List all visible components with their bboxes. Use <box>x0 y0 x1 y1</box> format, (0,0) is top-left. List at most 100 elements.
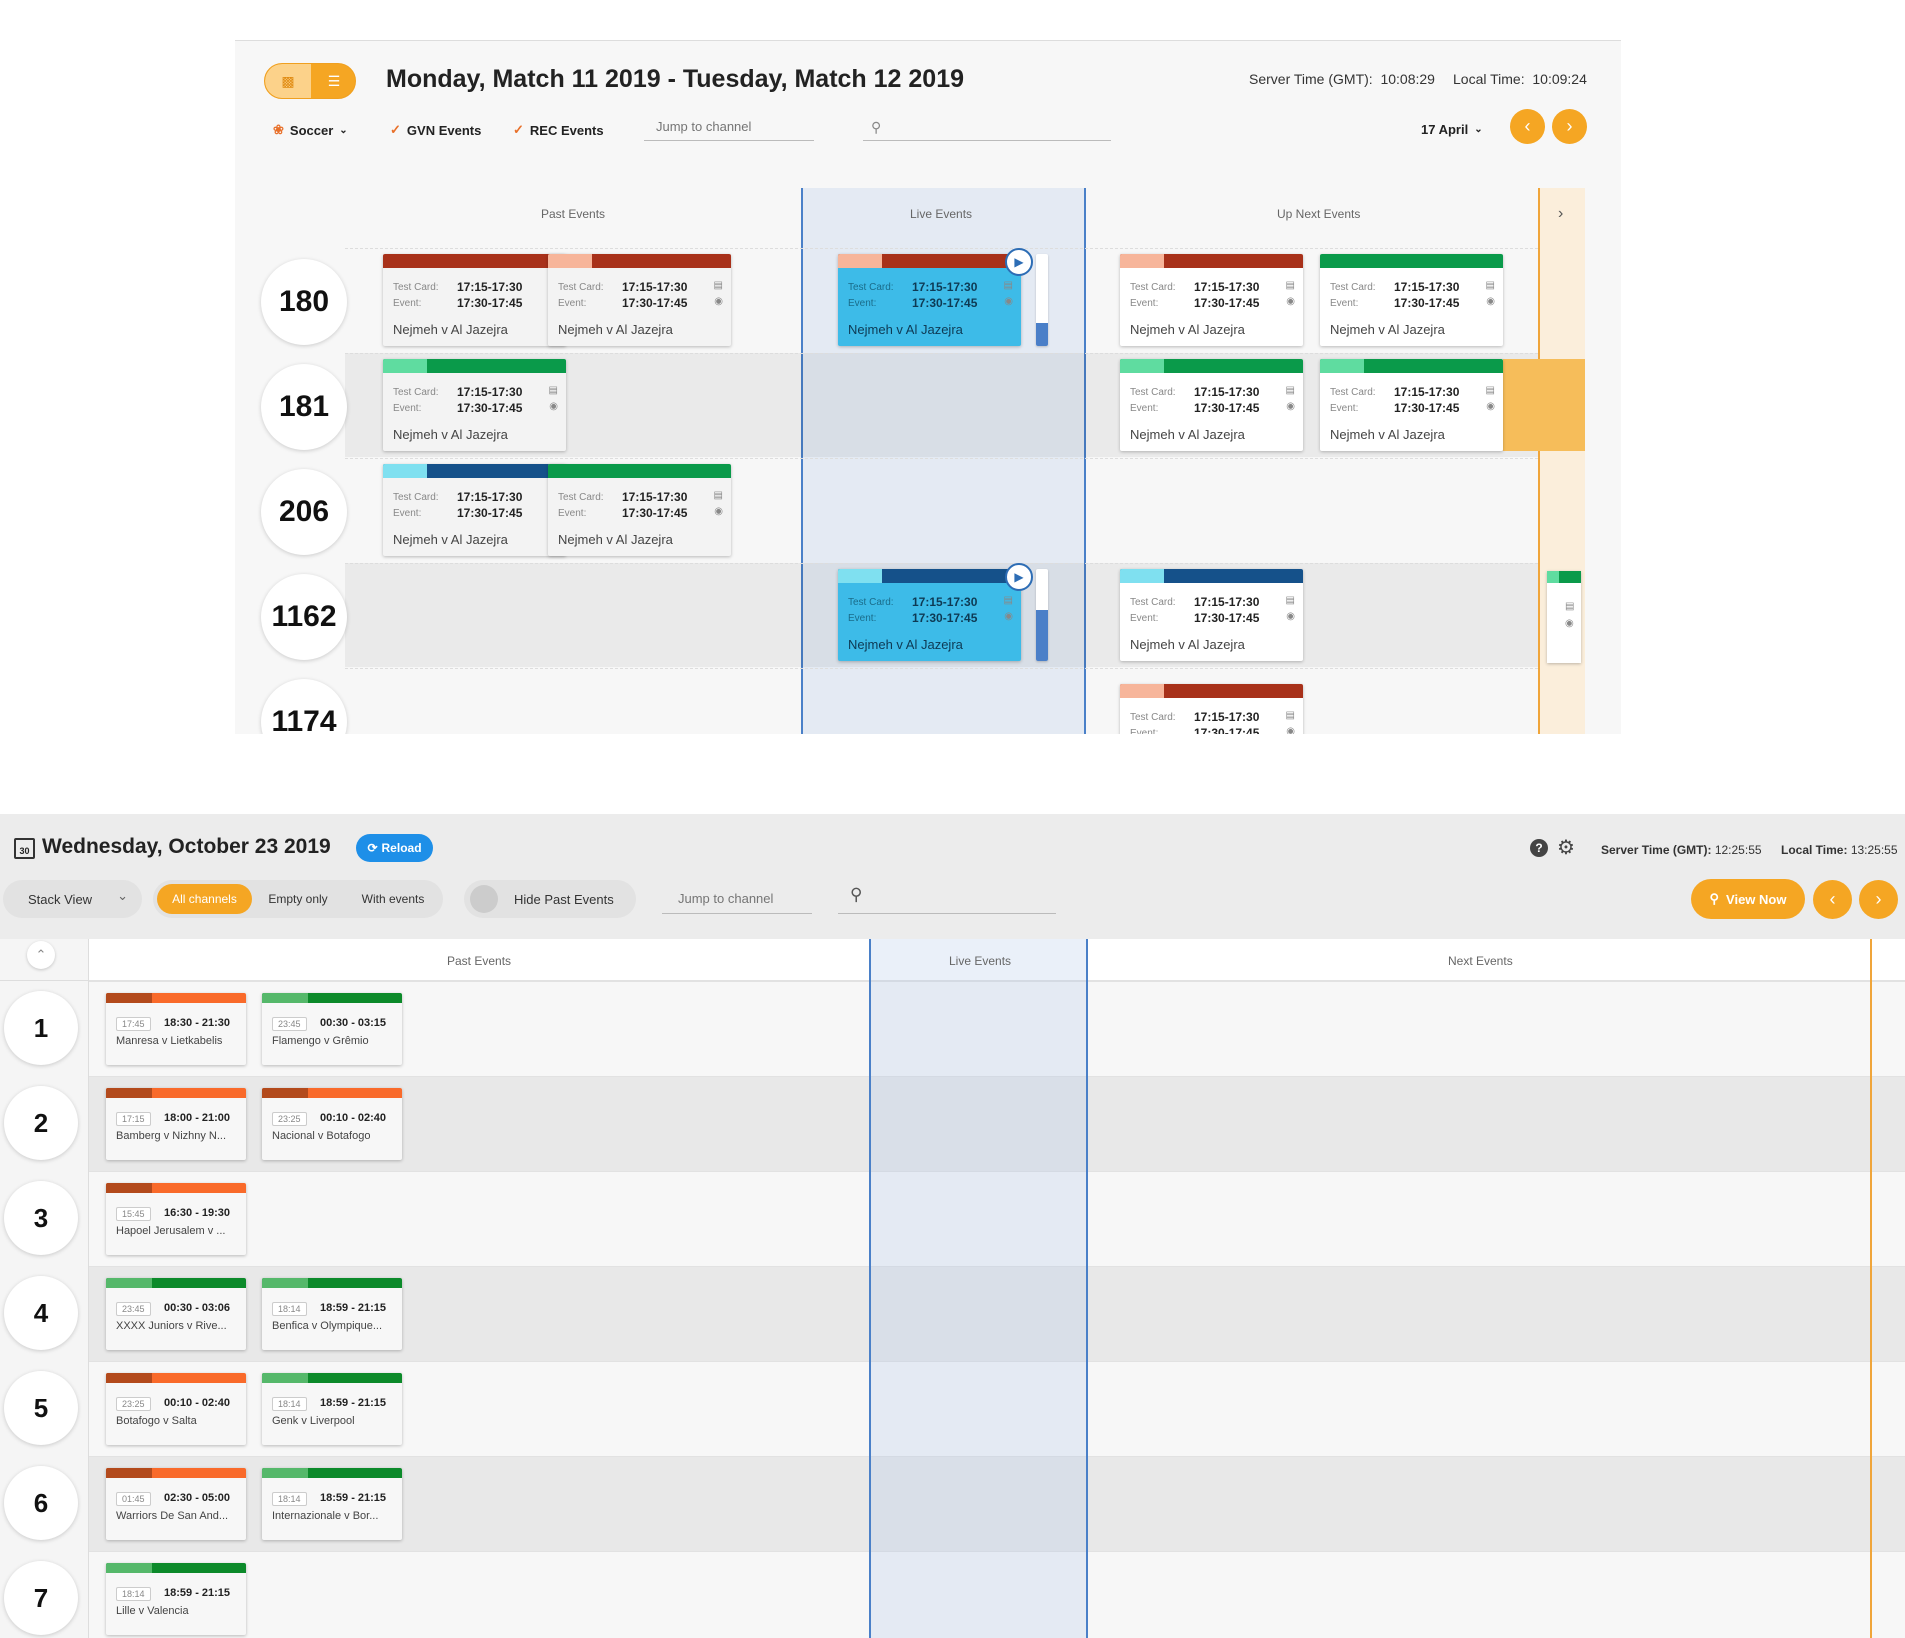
record-icon[interactable]: ◉ <box>1486 296 1495 307</box>
toggle-knob[interactable] <box>470 885 498 913</box>
event-card[interactable]: 18:14 18:59 - 21:15 Internazionale v Bor..… <box>262 1468 402 1540</box>
jump-to-channel-input[interactable] <box>662 884 812 914</box>
channel-number[interactable]: 5 <box>4 1371 78 1445</box>
note-icon[interactable]: ▤ <box>1004 595 1013 606</box>
next-button[interactable]: › <box>1859 880 1898 919</box>
search-input[interactable] <box>863 113 1111 141</box>
event-card[interactable]: Test Card:17:15-17:30Event:17:30-17:45Ne… <box>383 254 566 346</box>
note-icon[interactable]: ▤ <box>714 490 723 501</box>
jump-to-channel-input[interactable] <box>644 113 814 141</box>
server-time: Server Time (GMT): 12:25:55 <box>1601 843 1762 857</box>
event-card[interactable]: 18:14 18:59 - 21:15 Genk v Liverpool <box>262 1373 402 1445</box>
with-events-tab[interactable]: With events <box>350 884 436 914</box>
event-card[interactable]: Test Card:17:15-17:30Event:17:30-17:45Ne… <box>1320 359 1503 451</box>
all-channels-tab[interactable]: All channels <box>157 884 252 914</box>
note-icon[interactable]: ▤ <box>1286 710 1295 721</box>
note-icon[interactable]: ▤ <box>1486 280 1495 291</box>
empty-only-tab[interactable]: Empty only <box>258 884 338 914</box>
column-header-past: Past Events <box>541 207 606 221</box>
event-card[interactable]: Test Card:17:15-17:30Event:17:30-17:45Ne… <box>383 464 566 556</box>
note-icon[interactable]: ▤ <box>1486 385 1495 396</box>
play-icon[interactable]: ▶ <box>1005 563 1033 591</box>
channel-number[interactable]: 4 <box>4 1276 78 1350</box>
event-card[interactable]: Test Card:17:15-17:30Event:17:30-17:45Ne… <box>548 464 731 556</box>
channel-number[interactable]: 2 <box>4 1086 78 1160</box>
event-card[interactable]: 01:45 02:30 - 05:00 Warriors De San And... <box>106 1468 246 1540</box>
rec-events-filter[interactable]: ✓ REC Events <box>513 122 604 138</box>
view-select[interactable]: Stack View ⌄ <box>3 880 142 918</box>
event-card[interactable]: 17:15 18:00 - 21:00 Bamberg v Nizhny N... <box>106 1088 246 1160</box>
record-icon[interactable]: ◉ <box>1486 401 1495 412</box>
record-icon[interactable]: ◉ <box>1286 296 1295 307</box>
event-card[interactable]: 23:45 00:30 - 03:15 Flamengo v Grêmio <box>262 993 402 1065</box>
event-card[interactable]: 18:14 18:59 - 21:15 Benfica v Olympique... <box>262 1278 402 1350</box>
event-card[interactable]: Test Card:17:15-17:30Event:17:30-17:45Ne… <box>1120 569 1303 661</box>
prev-button[interactable]: ‹ <box>1510 109 1545 144</box>
chevron-right-icon[interactable]: › <box>1558 205 1563 223</box>
event-card[interactable]: Test Card:17:15-17:30Event:17:30-17:45Ne… <box>383 359 566 451</box>
test-card-label: Test Card: <box>848 597 894 608</box>
event-card[interactable]: Test Card:17:15-17:30Event:17:30-17:45Ne… <box>1120 684 1303 734</box>
event-card-partial[interactable]: ▤ ◉ <box>1547 571 1581 663</box>
reload-button[interactable]: ⟳ Reload <box>356 834 433 862</box>
channel-number[interactable]: 1162 <box>261 574 347 660</box>
channel-number[interactable]: 181 <box>261 364 347 450</box>
note-icon[interactable]: ▤ <box>714 280 723 291</box>
event-card[interactable]: 15:45 16:30 - 19:30 Hapoel Jerusalem v ... <box>106 1183 246 1255</box>
event-card[interactable]: 23:25 00:10 - 02:40 Nacional v Botafogo <box>262 1088 402 1160</box>
next-button[interactable]: › <box>1552 109 1587 144</box>
search-icon[interactable]: ⚲ <box>871 119 881 136</box>
stack-view-icon[interactable]: ▩ <box>265 64 311 98</box>
note-icon[interactable]: ▤ <box>1004 280 1013 291</box>
local-time-label: Local Time: <box>1453 71 1525 87</box>
note-icon[interactable]: ▤ <box>549 385 558 396</box>
check-icon: ✓ <box>390 122 401 137</box>
event-card[interactable]: Test Card:17:15-17:30Event:17:30-17:45Ne… <box>838 254 1021 346</box>
channel-number[interactable]: 206 <box>261 469 347 555</box>
sport-filter[interactable]: ❀ Soccer ⌄ <box>273 122 348 138</box>
channel-number[interactable]: 1 <box>4 991 78 1065</box>
play-icon[interactable]: ▶ <box>1005 248 1033 276</box>
note-icon[interactable]: ▤ <box>1286 280 1295 291</box>
gvn-events-filter[interactable]: ✓ GVN Events <box>390 122 481 138</box>
event-card[interactable]: Test Card:17:15-17:30Event:17:30-17:45Ne… <box>1320 254 1503 346</box>
event-card[interactable]: Test Card:17:15-17:30Event:17:30-17:45Ne… <box>548 254 731 346</box>
channel-number[interactable]: 6 <box>4 1466 78 1540</box>
record-icon[interactable]: ◉ <box>1004 611 1013 622</box>
record-icon[interactable]: ◉ <box>1004 296 1013 307</box>
prev-button[interactable]: ‹ <box>1813 880 1852 919</box>
event-card[interactable]: Test Card:17:15-17:30Event:17:30-17:45Ne… <box>838 569 1021 661</box>
channel-number[interactable]: 7 <box>4 1561 78 1635</box>
date-select[interactable]: 17 April ⌄ <box>1421 122 1483 137</box>
help-icon[interactable]: ? <box>1530 839 1548 857</box>
scroll-up-button[interactable]: ⌃ <box>27 941 55 969</box>
record-icon[interactable]: ◉ <box>1286 401 1295 412</box>
record-icon[interactable]: ◉ <box>714 296 723 307</box>
search-input[interactable] <box>838 884 1056 914</box>
gear-icon[interactable]: ⚙ <box>1557 835 1575 860</box>
channel-number[interactable]: 3 <box>4 1181 78 1255</box>
note-icon[interactable]: ▤ <box>1286 595 1295 606</box>
view-now-button[interactable]: ⚲ View Now <box>1691 879 1805 919</box>
page-title: Monday, Match 11 2019 - Tuesday, Match 1… <box>386 65 965 93</box>
event-card[interactable]: Test Card:17:15-17:30Event:17:30-17:45Ne… <box>1120 254 1303 346</box>
record-icon[interactable]: ◉ <box>549 401 558 412</box>
record-icon[interactable]: ◉ <box>714 506 723 517</box>
event-name: Nejmeh v Al Jazejra <box>393 427 508 442</box>
note-icon[interactable]: ▤ <box>1286 385 1295 396</box>
now-indicator <box>1870 939 1872 1638</box>
event-name: Nejmeh v Al Jazejra <box>1330 322 1445 337</box>
channel-number[interactable]: 180 <box>261 259 347 345</box>
event-card[interactable]: 17:45 18:30 - 21:30 Manresa v Lietkabelis <box>106 993 246 1065</box>
event-card[interactable]: 18:14 18:59 - 21:15 Lille v Valencia <box>106 1563 246 1635</box>
view-toggle[interactable]: ▩ ☰ <box>264 63 356 99</box>
channel-number[interactable]: 1174 <box>261 679 347 734</box>
event-card[interactable]: 23:45 00:30 - 03:06 XXXX Juniors v Rive... <box>106 1278 246 1350</box>
event-card[interactable]: 23:25 00:10 - 02:40 Botafogo v Salta <box>106 1373 246 1445</box>
date-select-label: 17 April <box>1421 122 1469 137</box>
event-card[interactable]: Test Card:17:15-17:30Event:17:30-17:45Ne… <box>1120 359 1303 451</box>
list-view-icon[interactable]: ☰ <box>311 64 355 98</box>
record-icon[interactable]: ◉ <box>1286 611 1295 622</box>
record-icon[interactable]: ◉ <box>1286 726 1295 734</box>
search-icon[interactable]: ⚲ <box>850 885 862 905</box>
